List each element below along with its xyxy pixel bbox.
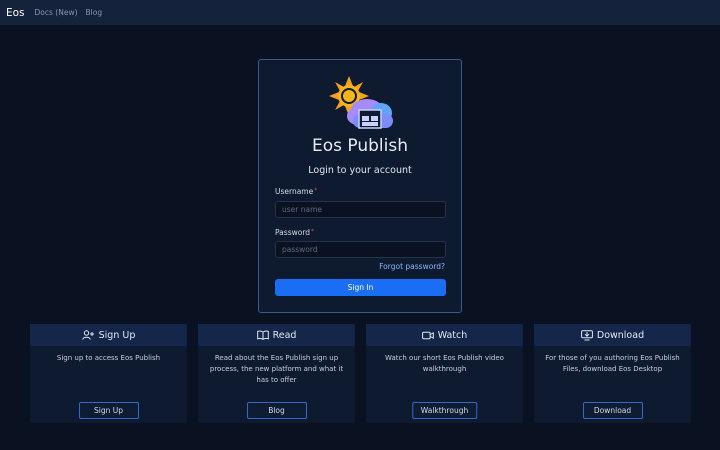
brand-link[interactable]: Eos — [6, 7, 25, 19]
sign-in-button[interactable]: Sign In — [275, 279, 446, 296]
required-marker: * — [311, 228, 315, 235]
download-button[interactable]: Download — [582, 402, 643, 419]
feature-description: Read about the Eos Publish sign up proce… — [209, 354, 344, 384]
password-input[interactable] — [275, 241, 446, 258]
login-card: Eos Publish Login to your account Userna… — [258, 59, 462, 313]
walkthrough-button[interactable]: Walkthrough — [411, 402, 478, 419]
eos-logo-icon — [329, 76, 393, 129]
feature-card-watch: Watch Watch our short Eos Publish video … — [366, 324, 523, 423]
feature-description: For those of you authoring Eos Publish F… — [545, 354, 680, 373]
sign-up-button[interactable]: Sign Up — [78, 402, 139, 419]
required-marker: * — [314, 187, 318, 194]
feature-card-sign-up: Sign Up Sign up to access Eos Publish Si… — [30, 324, 187, 423]
feature-header: Sign Up — [30, 324, 187, 346]
person-add-icon — [81, 330, 94, 340]
feature-header: Watch — [366, 324, 523, 346]
video-icon — [421, 331, 434, 339]
feature-title: Watch — [437, 329, 468, 341]
nav-link-blog[interactable]: Blog — [86, 8, 103, 17]
login-subtitle: Login to your account — [308, 165, 412, 176]
feature-description: Sign up to access Eos Publish — [56, 354, 161, 362]
top-navbar: Eos Docs (New) Blog — [0, 0, 720, 25]
feature-header: Download — [534, 324, 691, 346]
username-input[interactable] — [275, 201, 446, 218]
feature-description: Watch our short Eos Publish video walkth… — [385, 354, 504, 373]
book-icon — [256, 330, 269, 340]
password-label: Password* — [275, 228, 315, 237]
feature-title: Download — [596, 329, 645, 341]
username-label: Username* — [275, 187, 318, 196]
feature-card-read: Read Read about the Eos Publish sign up … — [198, 324, 355, 423]
forgot-password-link[interactable]: Forgot password? — [379, 262, 445, 271]
download-icon — [580, 329, 593, 340]
feature-title: Sign Up — [98, 329, 136, 341]
feature-card-download: Download For those of you authoring Eos … — [534, 324, 691, 423]
blog-button[interactable]: Blog — [246, 402, 307, 419]
feature-header: Read — [198, 324, 355, 346]
app-title: Eos Publish — [312, 136, 408, 156]
nav-link-docs[interactable]: Docs (New) — [35, 8, 78, 17]
feature-title: Read — [272, 329, 297, 341]
